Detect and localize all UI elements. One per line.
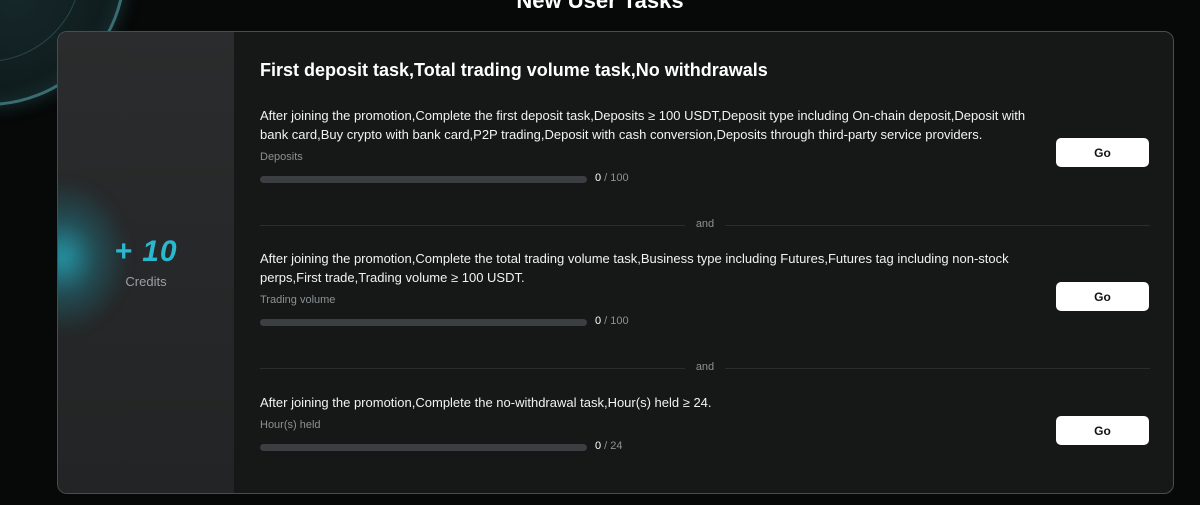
progress-current: 0	[595, 315, 602, 327]
progress-current: 0	[595, 172, 602, 184]
metric-label: Deposits	[260, 151, 303, 163]
progress-target: 100	[610, 315, 629, 327]
task-deposit: After joining the promotion,Complete the…	[260, 106, 1150, 186]
task-description: After joining the promotion,Complete the…	[260, 108, 1026, 142]
reward-amount: + 10	[114, 235, 178, 268]
progress-bar	[260, 176, 587, 183]
progress-row: 0 / 100	[260, 172, 1150, 186]
go-button-deposit[interactable]: Go	[1056, 138, 1149, 167]
metric-label: Trading volume	[260, 294, 336, 306]
separator-line	[725, 368, 1150, 369]
separator-text: and	[695, 361, 715, 373]
go-button-no-withdrawal[interactable]: Go	[1056, 416, 1149, 445]
progress-text: 0 / 100	[595, 172, 629, 184]
and-separator: and	[260, 361, 1150, 375]
progress-row: 0 / 100	[260, 315, 1150, 329]
progress-bar	[260, 444, 587, 451]
progress-text: 0 / 100	[595, 315, 629, 327]
progress-current: 0	[595, 440, 602, 452]
separator-line	[725, 225, 1150, 226]
separator-line	[260, 368, 685, 369]
progress-row: 0 / 24	[260, 440, 1150, 454]
task-description: After joining the promotion,Complete the…	[260, 251, 1009, 285]
reward-panel: + 10 Credits	[58, 32, 234, 493]
section-title: New User Tasks	[516, 0, 684, 13]
task-group-title: First deposit task,Total trading volume …	[260, 60, 768, 80]
task-no-withdrawal: After joining the promotion,Complete the…	[260, 393, 1150, 454]
progress-target: 100	[610, 172, 629, 184]
metric-label: Hour(s) held	[260, 419, 321, 431]
page: New User Tasks + 10 Credits First deposi…	[0, 0, 1200, 505]
task-card: + 10 Credits First deposit task,Total tr…	[57, 31, 1174, 494]
separator-line	[260, 225, 685, 226]
and-separator: and	[260, 218, 1150, 232]
separator-text: and	[695, 218, 715, 230]
reward-label: Credits	[125, 274, 167, 289]
task-trading-volume: After joining the promotion,Complete the…	[260, 249, 1150, 329]
task-description: After joining the promotion,Complete the…	[260, 395, 712, 410]
progress-bar	[260, 319, 587, 326]
progress-target: 24	[610, 440, 623, 452]
go-button-trading-volume[interactable]: Go	[1056, 282, 1149, 311]
progress-text: 0 / 24	[595, 440, 623, 452]
